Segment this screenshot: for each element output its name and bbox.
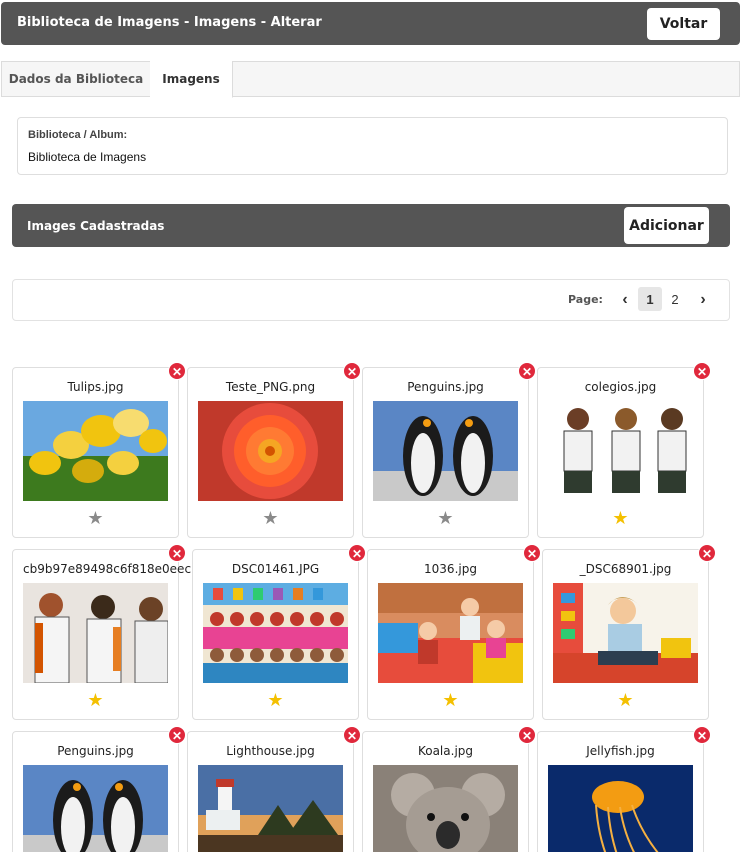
image-card: 1036.jpg ★ ✕: [367, 544, 541, 720]
image-thumbnail[interactable]: [23, 583, 168, 683]
page-link-1[interactable]: 1: [638, 287, 662, 311]
image-filename: colegios.jpg: [584, 380, 657, 394]
delete-icon[interactable]: ✕: [168, 544, 186, 562]
image-filename: Penguins.jpg: [407, 380, 484, 394]
delete-icon[interactable]: ✕: [343, 362, 361, 380]
delete-icon[interactable]: ✕: [518, 362, 536, 380]
add-image-button[interactable]: Adicionar: [624, 207, 709, 244]
image-filename: Lighthouse.jpg: [226, 744, 315, 758]
section-title: Images Cadastradas: [27, 219, 165, 233]
star-icon[interactable]: ★: [538, 509, 703, 527]
image-thumbnail[interactable]: [373, 765, 518, 852]
delete-icon[interactable]: ✕: [343, 726, 361, 744]
image-card: cb9b97e89498c6f818e0eec139 ★ ✕: [12, 544, 214, 720]
image-filename: _DSC68901.jpg: [579, 562, 672, 576]
star-icon[interactable]: ★: [188, 509, 353, 527]
pager-label: Page:: [568, 293, 603, 306]
delete-icon[interactable]: ✕: [693, 362, 711, 380]
chevron-left-icon[interactable]: ‹: [615, 289, 635, 311]
image-thumbnail[interactable]: [23, 401, 168, 501]
delete-icon[interactable]: ✕: [523, 544, 541, 562]
image-card: Lighthouse.jpg ✕: [187, 726, 361, 852]
image-thumbnail[interactable]: [23, 765, 168, 852]
page-header: Biblioteca de Imagens - Imagens - Altera…: [1, 2, 740, 45]
image-card: _DSC68901.jpg ★ ✕: [542, 544, 716, 720]
tab-library-data[interactable]: Dados da Biblioteca: [2, 61, 151, 97]
image-card: Teste_PNG.png ★ ✕: [187, 362, 361, 538]
back-button[interactable]: Voltar: [647, 8, 720, 40]
star-icon[interactable]: ★: [13, 691, 178, 709]
star-icon[interactable]: ★: [543, 691, 708, 709]
album-value: Biblioteca de Imagens: [28, 150, 147, 164]
star-icon[interactable]: ★: [363, 509, 528, 527]
image-filename: Teste_PNG.png: [225, 380, 316, 394]
pagination: Page: ‹ 1 2 ›: [12, 279, 730, 321]
image-filename: Koala.jpg: [417, 744, 474, 758]
image-thumbnail[interactable]: [548, 765, 693, 852]
image-card: Koala.jpg ✕: [362, 726, 536, 852]
page-link-2[interactable]: 2: [663, 287, 687, 311]
image-card: Tulips.jpg ★ ✕: [12, 362, 186, 538]
delete-icon[interactable]: ✕: [518, 726, 536, 744]
image-thumbnail[interactable]: [553, 583, 698, 683]
image-card: Jellyfish.jpg ✕: [537, 726, 711, 852]
image-filename: DSC01461.JPG: [231, 562, 320, 576]
image-filename: 1036.jpg: [424, 562, 477, 576]
image-filename: Penguins.jpg: [57, 744, 134, 758]
image-thumbnail[interactable]: [198, 765, 343, 852]
delete-icon[interactable]: ✕: [693, 726, 711, 744]
image-card: Penguins.jpg ✕: [12, 726, 186, 852]
image-thumbnail[interactable]: [378, 583, 523, 683]
delete-icon[interactable]: ✕: [168, 362, 186, 380]
delete-icon[interactable]: ✕: [348, 544, 366, 562]
star-icon[interactable]: ★: [368, 691, 533, 709]
image-thumbnail[interactable]: [548, 401, 693, 501]
image-thumbnail[interactable]: [373, 401, 518, 501]
image-card: Penguins.jpg ★ ✕: [362, 362, 536, 538]
image-card: colegios.jpg ★ ✕: [537, 362, 711, 538]
delete-icon[interactable]: ✕: [168, 726, 186, 744]
star-icon[interactable]: ★: [193, 691, 358, 709]
image-thumbnail[interactable]: [198, 401, 343, 501]
image-thumbnail[interactable]: [203, 583, 348, 683]
image-filename: Tulips.jpg: [67, 380, 124, 394]
tab-bar: Dados da Biblioteca Imagens: [1, 61, 740, 98]
tab-images[interactable]: Imagens: [150, 61, 233, 98]
chevron-right-icon[interactable]: ›: [693, 289, 713, 311]
image-card: DSC01461.JPG ★ ✕: [192, 544, 366, 720]
image-filename: Jellyfish.jpg: [586, 744, 655, 758]
album-label: Biblioteca / Album:: [28, 129, 128, 141]
page-title: Biblioteca de Imagens - Imagens - Altera…: [17, 15, 322, 30]
album-field: Biblioteca / Album: Biblioteca de Imagen…: [17, 117, 728, 175]
images-section-header: Images Cadastradas Adicionar: [12, 204, 730, 247]
star-icon[interactable]: ★: [13, 509, 178, 527]
delete-icon[interactable]: ✕: [698, 544, 716, 562]
image-filename: cb9b97e89498c6f818e0eec139: [23, 562, 214, 576]
